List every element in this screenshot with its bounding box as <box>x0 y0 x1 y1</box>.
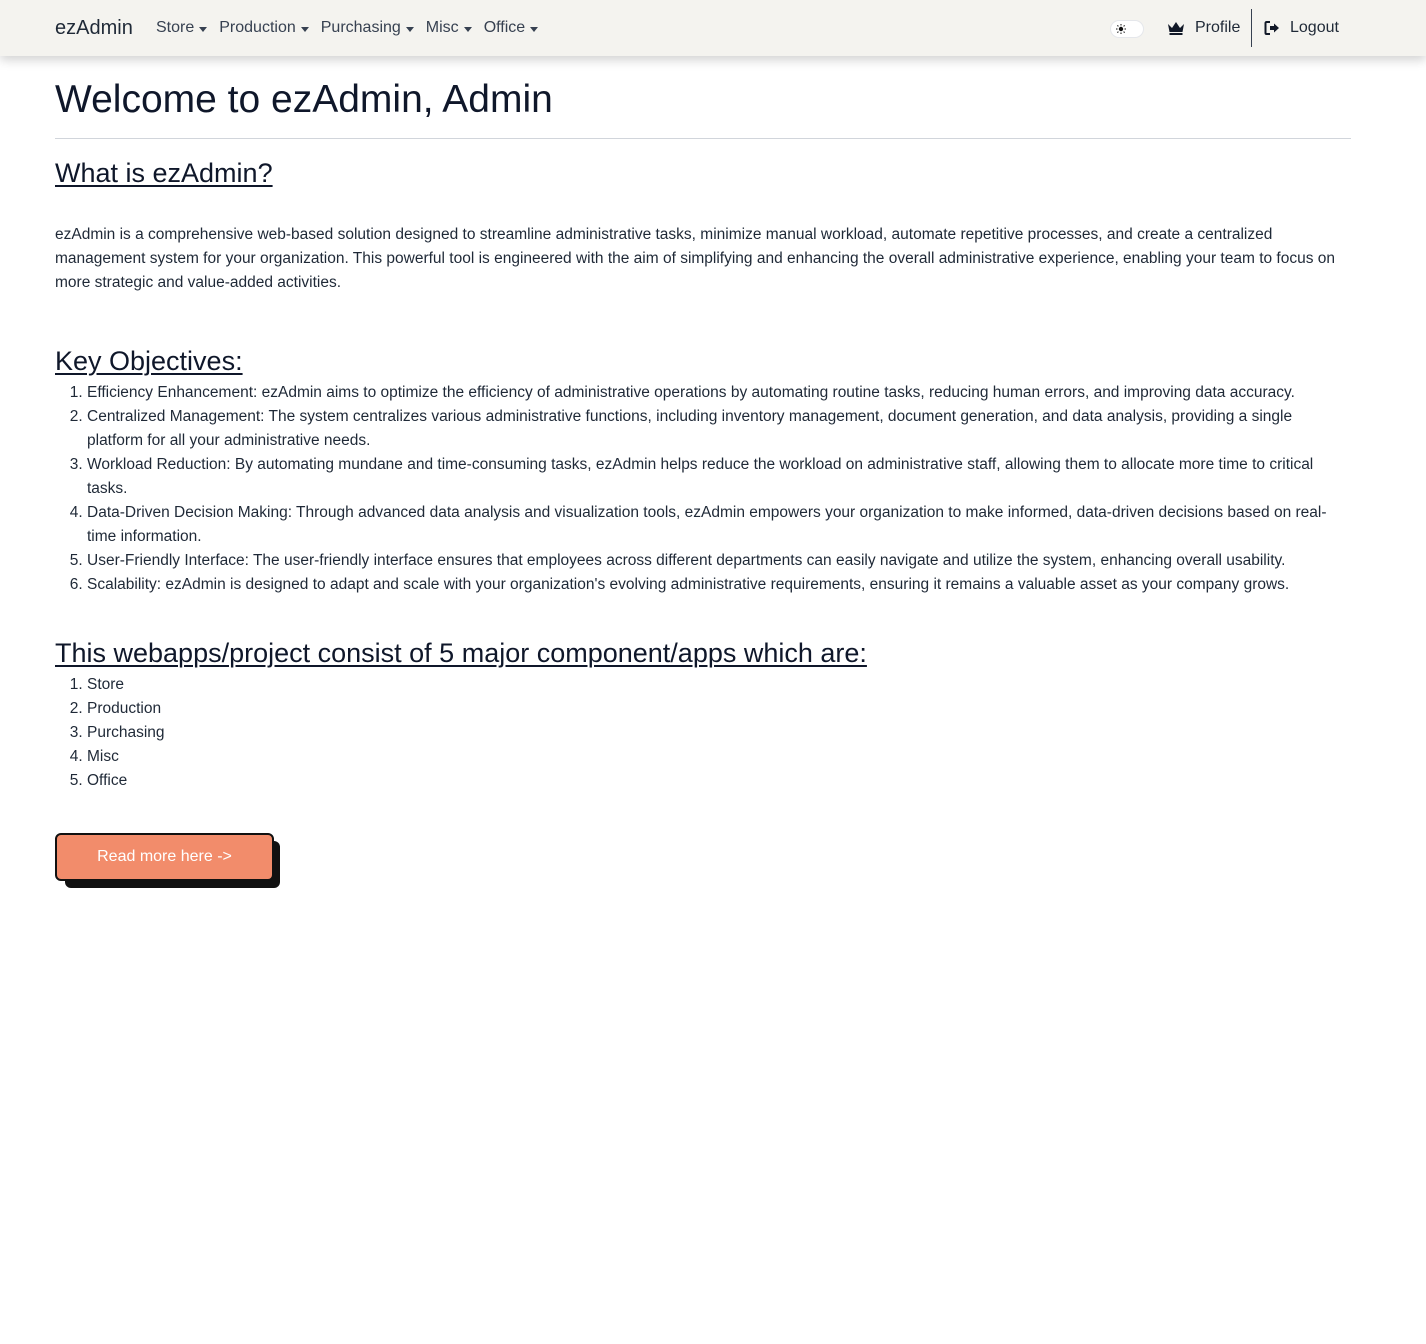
menu-purchasing-label: Purchasing <box>320 19 401 36</box>
top-navbar: ezAdmin Store Production Purchasing Misc… <box>0 0 1426 56</box>
list-item: User-Friendly Interface: The user-friend… <box>87 549 1351 573</box>
apps-list: Store Production Purchasing Misc Office <box>55 673 1351 793</box>
caret-down-icon <box>300 26 309 32</box>
sign-out-icon <box>1264 21 1279 35</box>
menu-office[interactable]: Office <box>484 18 539 38</box>
list-item: Misc <box>87 745 1351 769</box>
caret-down-icon <box>463 26 472 32</box>
read-more-wrapper: Read more here -> <box>55 833 280 889</box>
logout-link[interactable]: Logout <box>1264 18 1339 38</box>
what-paragraph: ezAdmin is a comprehensive web-based sol… <box>55 226 1336 291</box>
caret-down-icon <box>199 26 208 32</box>
apps-heading: This webapps/project consist of 5 major … <box>55 638 867 668</box>
list-item: Store <box>87 673 1351 697</box>
objectives-heading: Key Objectives: <box>55 346 243 376</box>
main-menu: Store Production Purchasing Misc Office <box>156 18 550 38</box>
list-item: Efficiency Enhancement: ezAdmin aims to … <box>87 381 1351 405</box>
page-title: Welcome to ezAdmin, Admin <box>55 77 1351 139</box>
profile-link[interactable]: Profile <box>1167 18 1240 38</box>
caret-down-icon <box>530 26 539 32</box>
nav-divider <box>1251 9 1252 47</box>
list-item: Data-Driven Decision Making: Through adv… <box>87 501 1351 549</box>
read-more-button[interactable]: Read more here -> <box>55 833 274 881</box>
menu-misc-label: Misc <box>425 19 459 36</box>
list-item: Workload Reduction: By automating mundan… <box>87 453 1351 501</box>
profile-label: Profile <box>1195 19 1241 36</box>
menu-office-label: Office <box>483 19 526 36</box>
list-item: Purchasing <box>87 721 1351 745</box>
caret-down-icon <box>405 26 414 32</box>
crown-icon <box>1168 22 1184 35</box>
list-item: Scalability: ezAdmin is designed to adap… <box>87 573 1351 597</box>
theme-toggle[interactable] <box>1110 20 1144 38</box>
menu-store-label: Store <box>156 19 195 36</box>
menu-store[interactable]: Store <box>156 18 208 38</box>
sun-icon <box>1116 24 1126 34</box>
objectives-list: Efficiency Enhancement: ezAdmin aims to … <box>55 381 1351 597</box>
menu-production[interactable]: Production <box>219 18 309 38</box>
logout-label: Logout <box>1290 19 1339 36</box>
main-content: Welcome to ezAdmin, Admin What is ezAdmi… <box>55 56 1351 889</box>
menu-production-label: Production <box>219 19 296 36</box>
list-item: Production <box>87 697 1351 721</box>
menu-purchasing[interactable]: Purchasing <box>321 18 414 38</box>
list-item: Centralized Management: The system centr… <box>87 405 1351 453</box>
what-heading: What is ezAdmin? <box>55 158 273 188</box>
list-item: Office <box>87 769 1351 793</box>
brand-link[interactable]: ezAdmin <box>55 16 133 40</box>
menu-misc[interactable]: Misc <box>426 18 472 38</box>
